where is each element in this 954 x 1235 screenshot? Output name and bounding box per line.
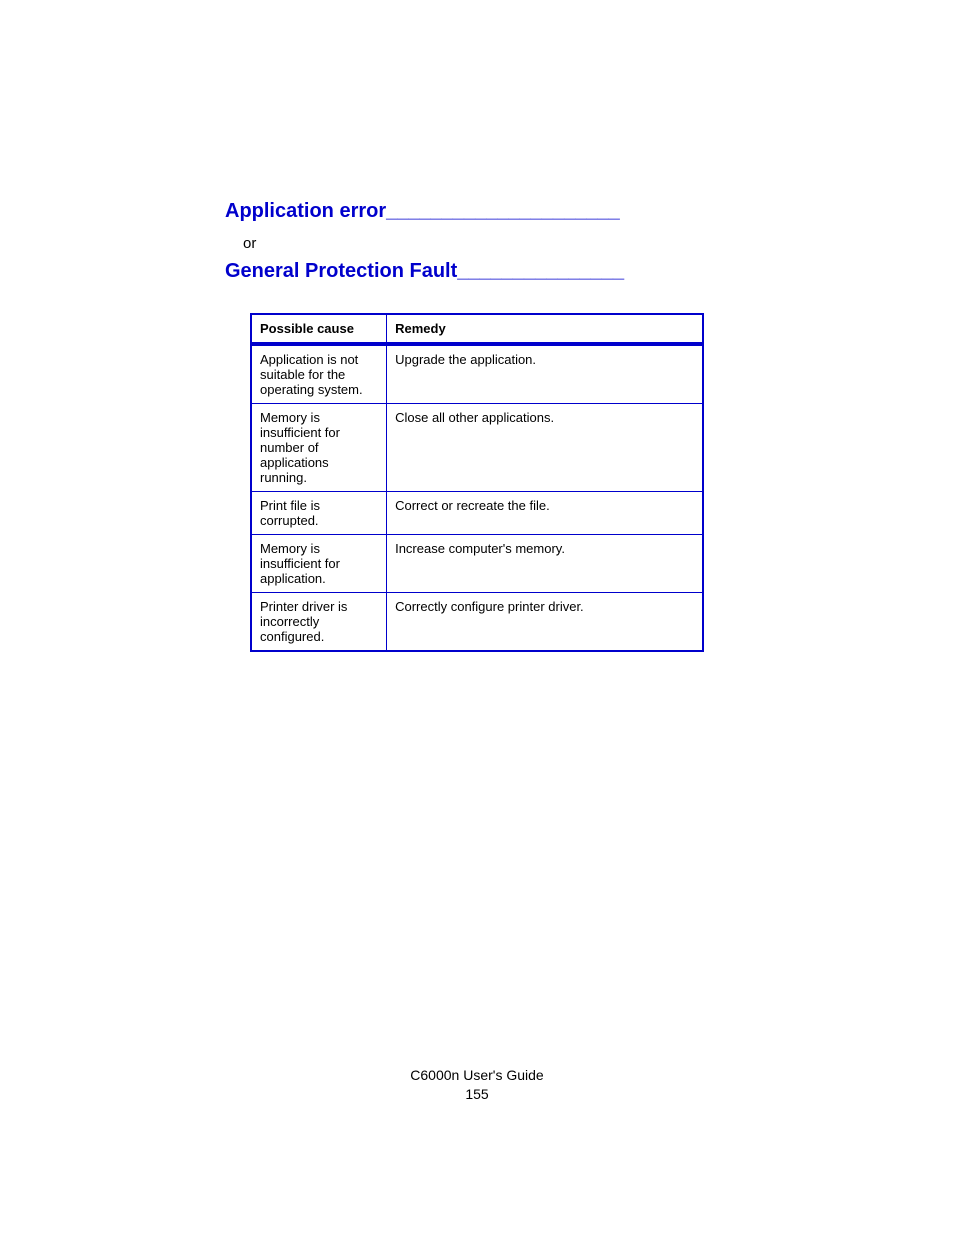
footer-page-number: 155	[0, 1085, 954, 1105]
table-row: Memory is insufficient for application. …	[251, 535, 703, 593]
troubleshooting-table-container: Possible cause Remedy Application is not…	[250, 313, 704, 652]
cell-cause: Printer driver is incorrectly configured…	[251, 593, 387, 652]
troubleshooting-table: Possible cause Remedy Application is not…	[250, 313, 704, 652]
cell-remedy: Correctly configure printer driver.	[387, 593, 703, 652]
cell-remedy: Increase computer's memory.	[387, 535, 703, 593]
header-remedy: Remedy	[387, 314, 703, 344]
header-possible-cause: Possible cause	[251, 314, 387, 344]
table-row: Application is not suitable for the oper…	[251, 344, 703, 404]
cell-cause: Memory is insufficient for application.	[251, 535, 387, 593]
heading-general-protection-fault: General Protection Fault_______________	[225, 260, 729, 283]
cell-cause: Memory is insufficient for number of app…	[251, 404, 387, 492]
heading1-fill: _____________________	[386, 200, 620, 222]
heading2-text: General Protection Fault	[225, 260, 457, 282]
cell-remedy: Correct or recreate the file.	[387, 492, 703, 535]
table-row: Memory is insufficient for number of app…	[251, 404, 703, 492]
table-header-row: Possible cause Remedy	[251, 314, 703, 344]
heading1-text: Application error	[225, 200, 386, 222]
cell-remedy: Upgrade the application.	[387, 344, 703, 404]
table-row: Print file is corrupted. Correct or recr…	[251, 492, 703, 535]
table-row: Printer driver is incorrectly configured…	[251, 593, 703, 652]
page-footer: C6000n User's Guide 155	[0, 1066, 954, 1105]
heading2-fill: _______________	[457, 260, 624, 282]
cell-remedy: Close all other applications.	[387, 404, 703, 492]
cell-cause: Application is not suitable for the oper…	[251, 344, 387, 404]
or-text: or	[243, 235, 729, 252]
page-content: Application error_____________________ o…	[0, 0, 954, 652]
heading-application-error: Application error_____________________	[225, 200, 729, 223]
cell-cause: Print file is corrupted.	[251, 492, 387, 535]
footer-guide-name: C6000n User's Guide	[0, 1066, 954, 1086]
